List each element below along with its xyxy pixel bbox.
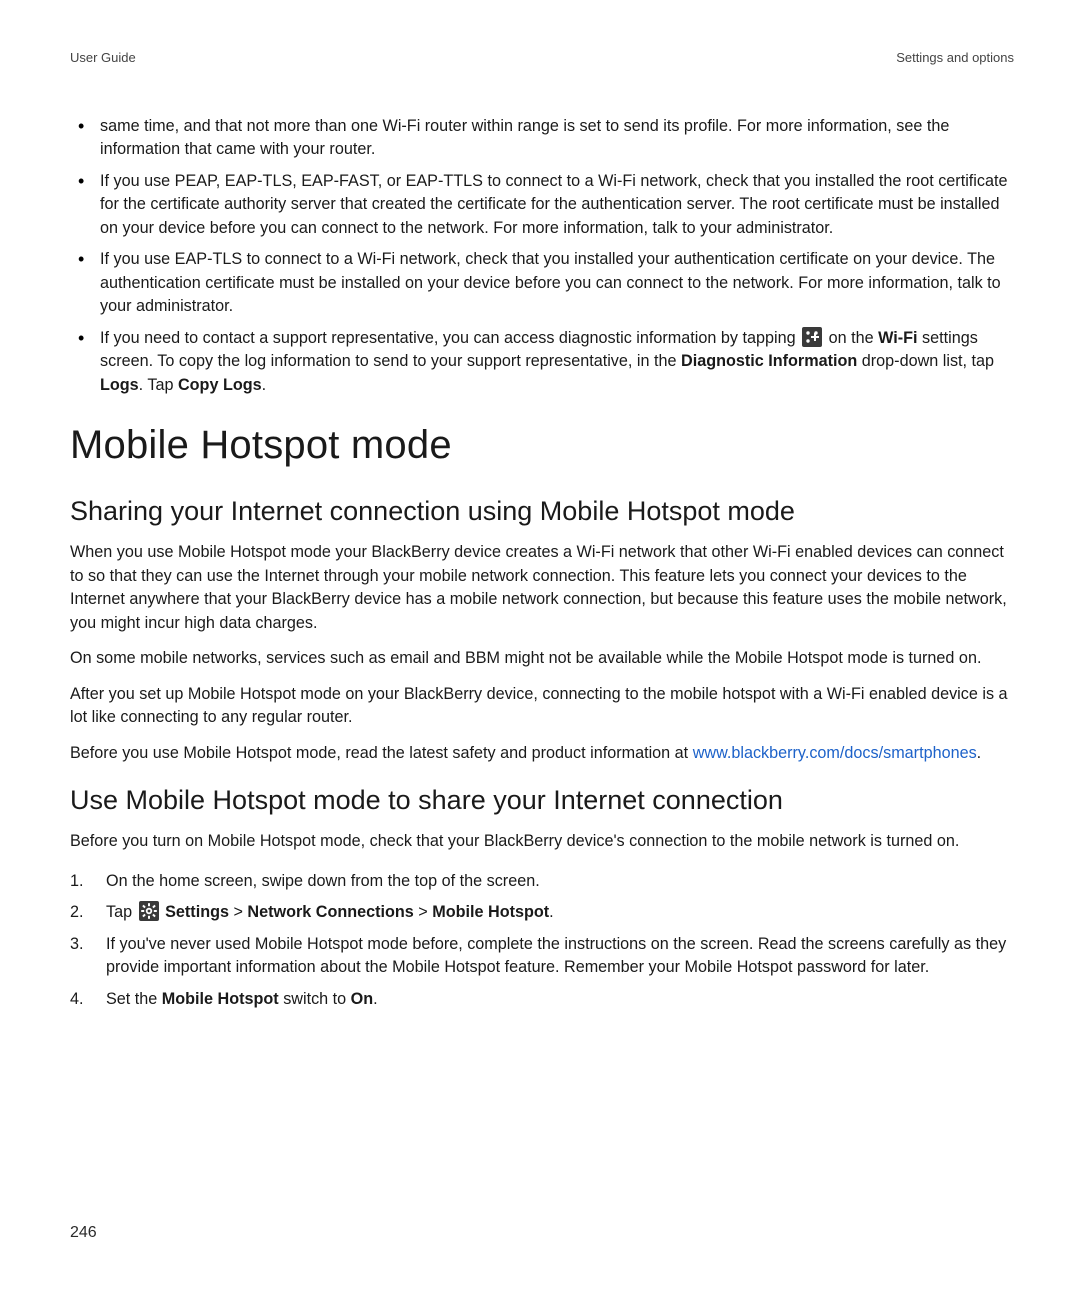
subsection-heading: Sharing your Internet connection using M…: [70, 496, 1014, 527]
bullet-item: If you need to contact a support represe…: [70, 327, 1014, 397]
link-after-text: .: [977, 744, 982, 762]
overflow-menu-icon: [802, 327, 822, 347]
header-left: User Guide: [70, 50, 136, 65]
header-right: Settings and options: [896, 50, 1014, 65]
page-header: User Guide Settings and options: [70, 50, 1014, 65]
step-item: On the home screen, swipe down from the …: [70, 870, 1014, 893]
step-item: If you've never used Mobile Hotspot mode…: [70, 933, 1014, 980]
body-paragraph-with-link: Before you use Mobile Hotspot mode, read…: [70, 742, 1014, 765]
bullet-item: If you use EAP-TLS to connect to a Wi-Fi…: [70, 248, 1014, 318]
link-before-text: Before you use Mobile Hotspot mode, read…: [70, 744, 693, 762]
bullet-item: same time, and that not more than one Wi…: [70, 115, 1014, 162]
subsection-heading: Use Mobile Hotspot mode to share your In…: [70, 785, 1014, 816]
body-paragraph: After you set up Mobile Hotspot mode on …: [70, 683, 1014, 730]
page-number: 246: [70, 1224, 97, 1242]
body-paragraph: On some mobile networks, services such a…: [70, 647, 1014, 670]
body-paragraph: When you use Mobile Hotspot mode your Bl…: [70, 541, 1014, 635]
body-paragraph: Before you turn on Mobile Hotspot mode, …: [70, 830, 1014, 853]
docs-link[interactable]: www.blackberry.com/docs/smartphones: [693, 744, 977, 762]
step-item: Set the Mobile Hotspot switch to On.: [70, 988, 1014, 1011]
bullet-item: If you use PEAP, EAP-TLS, EAP-FAST, or E…: [70, 170, 1014, 240]
step-item: Tap Settings > Network Connections > Mob…: [70, 901, 1014, 924]
troubleshooting-bullets: same time, and that not more than one Wi…: [70, 115, 1014, 397]
settings-gear-icon: [139, 901, 159, 921]
section-title: Mobile Hotspot mode: [70, 423, 1014, 468]
document-page: User Guide Settings and options same tim…: [0, 0, 1080, 1296]
steps-list: On the home screen, swipe down from the …: [70, 870, 1014, 1011]
